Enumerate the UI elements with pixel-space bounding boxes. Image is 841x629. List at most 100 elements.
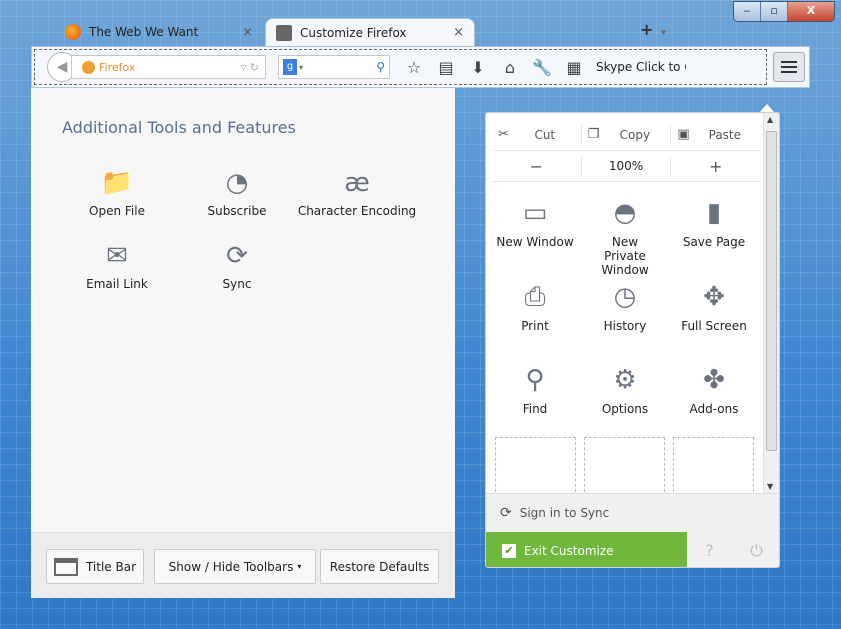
menu-panel: ✂ Cut ❐ Copy ▣ Paste − 100% + ▭ New Window ◓… xyxy=(485,112,780,568)
tool-open-file[interactable]: 📁 Open File xyxy=(57,166,177,218)
tab-the-web-we-want[interactable]: The Web We Want × xyxy=(55,18,263,46)
menu-button[interactable] xyxy=(773,52,805,82)
gear-icon xyxy=(276,24,292,41)
item-label: New Window xyxy=(496,235,574,249)
tool-label: Subscribe xyxy=(207,204,267,218)
history-button[interactable]: ◷ History xyxy=(580,281,670,333)
rss-icon: ◔ xyxy=(225,168,249,198)
new-private-window-button[interactable]: ◓ New Private Window xyxy=(580,197,670,277)
fullscreen-icon: ✥ xyxy=(703,282,725,312)
cut-label: Cut xyxy=(534,127,556,142)
new-tab-button[interactable]: + ▾ xyxy=(640,20,666,39)
firefox-icon xyxy=(65,24,81,40)
sign-in-to-sync-button[interactable]: ⟳ Sign in to Sync xyxy=(486,493,779,532)
empty-slot xyxy=(673,437,754,497)
mask-icon: ◓ xyxy=(613,198,637,228)
paste-label: Paste xyxy=(708,127,742,142)
show-hide-toolbars-button[interactable]: Show / Hide Toolbars ▾ xyxy=(154,549,316,584)
close-tab-icon[interactable]: × xyxy=(242,25,253,40)
item-label: Find xyxy=(522,402,548,416)
search-icon[interactable]: ⚲ xyxy=(376,60,385,74)
bookmark-star-icon[interactable]: ☆ xyxy=(398,58,430,77)
scroll-thumb[interactable] xyxy=(766,131,777,451)
print-button[interactable]: ⎙ Print xyxy=(490,281,580,333)
clipboard-icon: ▣ xyxy=(677,127,690,142)
close-tab-icon[interactable]: × xyxy=(453,25,464,40)
tool-label: Open File xyxy=(89,204,145,218)
window-icon: ▭ xyxy=(522,198,548,228)
tab-title: Customize Firefox xyxy=(300,25,407,40)
save-page-button[interactable]: ▮ Save Page xyxy=(669,197,759,249)
tool-sync[interactable]: ⟳ Sync xyxy=(177,239,297,291)
full-screen-button[interactable]: ✥ Full Screen xyxy=(669,281,759,333)
zoom-controls: − 100% + xyxy=(492,151,760,182)
zoom-reset-button[interactable]: 100% xyxy=(582,157,672,175)
copy-icon: ❐ xyxy=(587,127,600,142)
button-label: Title Bar xyxy=(85,559,137,574)
page-icon: ▮ xyxy=(706,198,722,228)
empty-slot xyxy=(584,437,665,497)
item-label: New Private Window xyxy=(601,235,649,277)
tool-subscribe[interactable]: ◔ Subscribe xyxy=(177,166,297,218)
scroll-down-icon[interactable]: ▼ xyxy=(767,482,773,491)
window-icon xyxy=(53,557,78,576)
reload-icon[interactable]: ▿ ↻ xyxy=(241,61,259,74)
add-ons-button[interactable]: ✤ Add-ons xyxy=(669,364,759,416)
restore-defaults-button[interactable]: Restore Defaults xyxy=(320,549,439,584)
exit-customize-button[interactable]: ✔ Exit Customize xyxy=(486,532,687,567)
folder-icon: 📁 xyxy=(100,168,134,198)
edit-controls: ✂ Cut ❐ Copy ▣ Paste xyxy=(492,119,760,151)
window-controls: ‒ ▫ X xyxy=(733,1,835,22)
sync-icon: ⟳ xyxy=(500,505,512,521)
title-bar-button[interactable]: Title Bar xyxy=(46,549,144,584)
plus-icon: + xyxy=(640,20,654,39)
paste-button[interactable]: ▣ Paste xyxy=(671,125,760,144)
google-icon[interactable]: g xyxy=(283,59,297,75)
item-label: Save Page xyxy=(682,235,746,249)
empty-slot xyxy=(495,437,576,497)
item-label: Add-ons xyxy=(689,402,739,416)
printer-icon: ⎙ xyxy=(524,282,546,312)
help-icon[interactable]: ? xyxy=(705,541,714,560)
tool-email-link[interactable]: ✉ Email Link xyxy=(57,239,177,291)
power-icon[interactable]: ⏻ xyxy=(750,541,763,561)
button-label: Restore Defaults xyxy=(329,559,430,574)
apps-icon[interactable]: ▦ xyxy=(558,58,590,77)
nav-toolbar: ◀ Firefox ▿ ↻ g ▾ ⚲ ☆ ▤ ⬇ ⌂ 🔧 ▦ Skype Click… xyxy=(31,46,810,88)
url-bar[interactable]: Firefox ▿ ↻ xyxy=(71,55,266,79)
exit-label: Exit Customize xyxy=(524,543,614,558)
maximize-button[interactable]: ▫ xyxy=(761,2,788,21)
close-button[interactable]: X xyxy=(788,2,834,21)
customize-palette: Additional Tools and Features 📁 Open File… xyxy=(31,88,455,598)
new-window-button[interactable]: ▭ New Window xyxy=(490,197,580,249)
panel-scrollbar[interactable]: ▲ ▼ xyxy=(763,113,779,493)
sign-in-label: Sign in to Sync xyxy=(519,506,610,520)
tool-character-encoding[interactable]: æ Character Encoding xyxy=(297,166,417,218)
firefox-icon xyxy=(82,60,95,74)
dropdown-arrow-icon: ▾ xyxy=(297,562,302,571)
tab-list-icon[interactable]: ▾ xyxy=(661,28,666,38)
minimize-button[interactable]: ‒ xyxy=(734,2,761,21)
bookmarks-menu-icon[interactable]: ▤ xyxy=(430,58,462,77)
find-button[interactable]: ⚲ Find xyxy=(490,364,580,416)
url-placeholder: Firefox xyxy=(99,60,136,74)
puzzle-icon: ✤ xyxy=(703,365,725,395)
tool-label: Character Encoding xyxy=(297,204,417,218)
downloads-icon[interactable]: ⬇ xyxy=(462,58,494,77)
search-box[interactable]: g ▾ ⚲ xyxy=(278,55,390,79)
skype-button[interactable]: Skype Click to Ca xyxy=(596,60,686,74)
button-label: Show / Hide Toolbars xyxy=(168,559,294,574)
zoom-out-button[interactable]: − xyxy=(492,157,582,176)
back-arrow-icon: ◀ xyxy=(56,59,68,75)
item-label: Full Screen xyxy=(681,319,747,333)
home-icon[interactable]: ⌂ xyxy=(494,58,526,77)
scroll-up-icon[interactable]: ▲ xyxy=(767,115,773,124)
options-button[interactable]: ⚙ Options xyxy=(580,364,670,416)
cut-button[interactable]: ✂ Cut xyxy=(492,125,582,144)
zoom-in-button[interactable]: + xyxy=(671,157,760,176)
tab-title: The Web We Want xyxy=(89,25,199,39)
palette-title: Additional Tools and Features xyxy=(62,118,296,137)
wrench-icon[interactable]: 🔧 xyxy=(526,58,558,77)
tab-customize-firefox[interactable]: Customize Firefox × xyxy=(265,18,475,46)
copy-button[interactable]: ❐ Copy xyxy=(582,125,672,144)
